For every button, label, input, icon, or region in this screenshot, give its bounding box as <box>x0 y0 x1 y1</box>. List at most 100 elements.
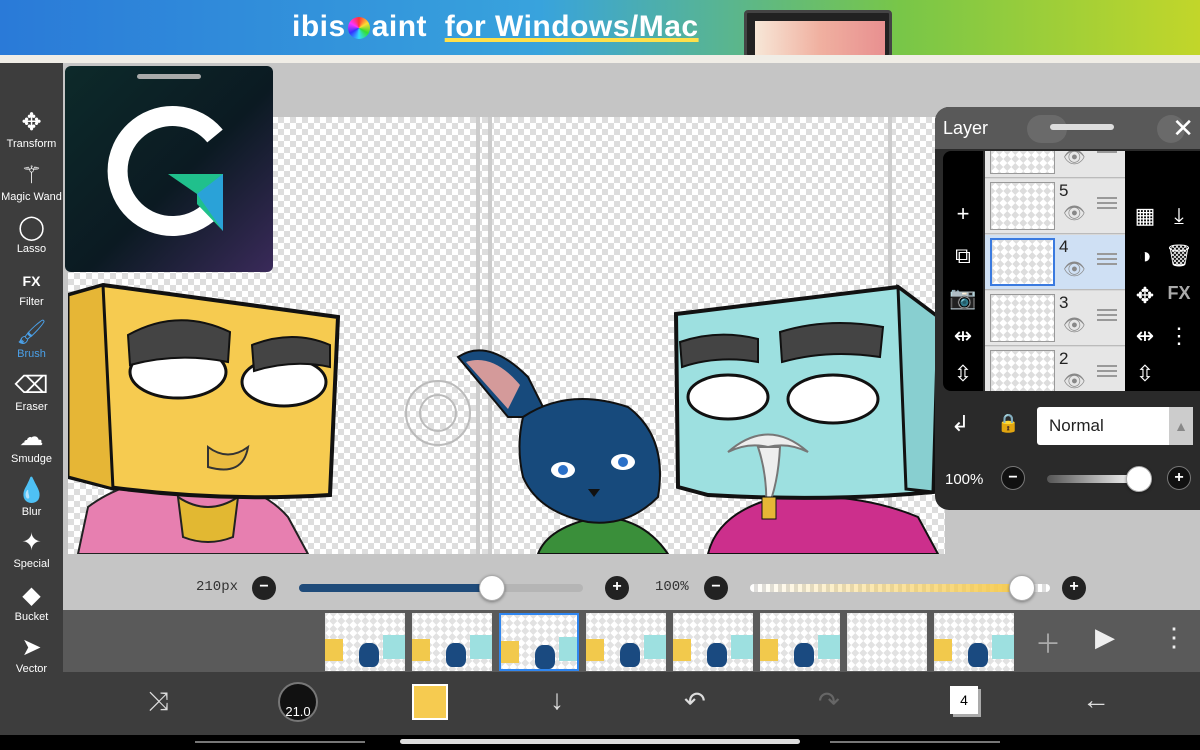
animation-frame[interactable] <box>760 613 840 671</box>
download-icon[interactable]: ⤓ <box>1161 203 1197 229</box>
duplicate-layer-icon[interactable]: ⧉ <box>945 243 981 269</box>
tool-bucket[interactable]: ◆ Bucket <box>0 581 63 633</box>
transparency-icon[interactable]: ▦ <box>1127 203 1163 229</box>
more-icon[interactable]: ⋮ <box>1161 323 1197 349</box>
size-decrease-button[interactable]: − <box>252 576 276 600</box>
tool-label: Lasso <box>16 243 47 255</box>
tool-smudge[interactable]: ☁ Smudge <box>0 423 63 475</box>
color-swatch[interactable] <box>412 684 448 720</box>
smudge-icon: ☁ <box>19 424 44 451</box>
layer-right-actions: ▦ ⤓ ◑ 🗑 ✥ FX ⇹ ⋮ ⇳ <box>1125 151 1200 391</box>
layer-row[interactable]: 4 👁 <box>985 235 1125 290</box>
magic-wand-icon: ⚚ <box>20 161 43 189</box>
alpha-lock-icon[interactable]: 🔒 <box>997 413 1019 434</box>
invert-icon[interactable]: ◑ <box>1127 243 1163 269</box>
layer-opacity-increase[interactable]: + <box>1167 466 1191 490</box>
trash-icon[interactable]: 🗑 <box>1161 243 1197 269</box>
tool-filter[interactable]: FX Filter <box>0 266 63 318</box>
tool-magic-wand[interactable]: ⚚ Magic Wand <box>0 161 63 213</box>
tool-eraser[interactable]: ⌫ Eraser <box>0 371 63 423</box>
overlay-logo <box>65 66 273 272</box>
camera-icon[interactable]: 📷 <box>945 285 981 311</box>
size-slider-knob[interactable] <box>479 575 506 601</box>
add-frame-icon[interactable]: ＋ <box>1035 624 1061 661</box>
layer-row[interactable]: 3 👁 <box>985 291 1125 346</box>
layer-row[interactable]: 5 👁 <box>985 179 1125 234</box>
drag-handle-icon[interactable] <box>1097 309 1117 323</box>
chevron-up-icon: ▲ <box>1169 407 1193 445</box>
drag-handle-icon[interactable] <box>1097 151 1117 155</box>
animation-frame[interactable] <box>934 613 1014 671</box>
mirror-icon[interactable]: ⇹ <box>1127 323 1163 349</box>
tool-label: Smudge <box>11 453 52 465</box>
home-indicator[interactable] <box>400 739 800 744</box>
layer-opacity-knob[interactable] <box>1126 466 1152 492</box>
tool-brush[interactable]: 🖌 Brush <box>0 318 63 370</box>
layer-list: 6👁5👁4👁3👁2👁 <box>985 151 1125 391</box>
layer-thumbnail <box>990 151 1055 174</box>
layers-button[interactable]: 4 <box>950 686 978 714</box>
eye-icon[interactable]: 👁 <box>1063 315 1086 336</box>
animation-frame[interactable] <box>847 613 927 671</box>
tool-label: Bucket <box>14 610 49 623</box>
add-layer-icon[interactable]: + <box>945 201 981 227</box>
eye-icon[interactable]: 👁 <box>1063 203 1086 224</box>
drag-handle-icon[interactable] <box>1097 197 1117 211</box>
blur-icon: 💧 <box>16 476 47 504</box>
flip-horizontal-icon[interactable]: ⇹ <box>945 323 981 349</box>
layer-opacity-decrease[interactable]: − <box>1001 466 1025 490</box>
banner-tagline: for Windows/Mac <box>444 10 699 43</box>
opacity-increase-button[interactable]: + <box>1062 576 1086 600</box>
undo-icon[interactable]: ↶ <box>684 686 706 736</box>
brush-icon: 🖌 <box>16 319 47 346</box>
opacity-decrease-button[interactable]: − <box>704 576 728 600</box>
opacity-track[interactable] <box>750 584 1050 592</box>
tool-blur[interactable]: 💧 Blur <box>0 476 63 528</box>
animation-frame[interactable] <box>586 613 666 671</box>
color-wheel-icon <box>347 17 370 40</box>
brush-opacity-label: 100% <box>655 579 689 595</box>
fx-icon[interactable]: FX <box>1161 283 1197 304</box>
layer-number: 2 <box>1059 349 1069 368</box>
size-track[interactable] <box>299 584 583 592</box>
eye-icon[interactable]: 👁 <box>1063 151 1086 168</box>
eye-icon[interactable]: 👁 <box>1063 371 1086 391</box>
brush-size-label: 210px <box>196 579 239 595</box>
layer-row[interactable]: 2 👁 <box>985 347 1125 391</box>
tool-label: Eraser <box>15 400 48 413</box>
animation-frame[interactable] <box>325 613 405 671</box>
clipping-icon[interactable]: ↲ <box>951 411 969 437</box>
back-arrow-icon[interactable]: ← <box>1082 684 1110 734</box>
animation-frame[interactable] <box>412 613 492 671</box>
drag-handle-icon[interactable] <box>1097 365 1117 379</box>
eraser-icon: ⌫ <box>14 371 49 399</box>
animation-frame[interactable] <box>673 613 753 671</box>
brush-size-button[interactable]: 21.0 <box>278 682 318 722</box>
ad-banner[interactable]: ibis aint for Windows/Mac <box>0 0 1200 55</box>
flip-vertical-icon[interactable]: ⇳ <box>945 361 981 387</box>
layer-opacity-label: 100% <box>945 471 984 488</box>
blend-mode-select[interactable]: Normal ▲ <box>1037 407 1193 445</box>
move-icon[interactable]: ✥ <box>1127 283 1163 309</box>
opacity-fill <box>750 584 1022 592</box>
tool-special[interactable]: ✦ Special <box>0 528 63 580</box>
eye-icon[interactable]: 👁 <box>1063 259 1086 280</box>
banner-brand-suffix: aint <box>371 10 428 43</box>
arrow-down-icon[interactable]: ↓ <box>550 684 564 734</box>
tool-transform[interactable]: ✥ Transform <box>0 108 63 160</box>
redo-icon[interactable]: ↷ <box>818 686 840 736</box>
panel-drag-handle[interactable] <box>1050 124 1114 130</box>
close-icon[interactable]: ✕ <box>1172 113 1194 144</box>
brush-size-badge: 21.0 <box>285 704 311 719</box>
flip-icon[interactable]: ⇳ <box>1127 361 1163 387</box>
tool-lasso[interactable]: ◯ Lasso <box>0 213 63 265</box>
animation-frame[interactable] <box>499 613 579 671</box>
logo-mark-icon <box>107 106 223 236</box>
play-icon[interactable]: ▶ <box>1095 622 1115 653</box>
drag-handle-icon[interactable] <box>1097 253 1117 267</box>
tool-switch-icon[interactable]: ⤨ <box>148 686 169 736</box>
opacity-slider-knob[interactable] <box>1009 575 1035 601</box>
layer-row[interactable]: 6👁 <box>985 151 1125 178</box>
size-increase-button[interactable]: + <box>605 576 629 600</box>
more-vertical-icon[interactable]: ⋮ <box>1161 622 1187 653</box>
